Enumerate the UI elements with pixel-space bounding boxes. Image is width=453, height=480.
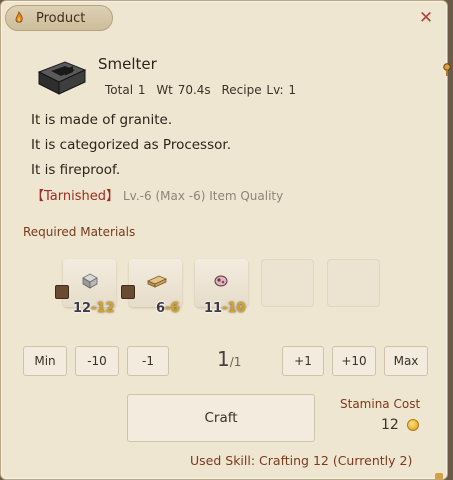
material-have: 6	[156, 301, 166, 316]
ore-chunk-icon	[213, 273, 231, 289]
close-button[interactable]: ✕	[417, 9, 435, 27]
product-window: Product ✕ Smelter Total 1 Wt 70.4s Recip…	[0, 0, 448, 480]
quantity-min-button[interactable]: Min	[23, 346, 67, 376]
material-slot-empty	[327, 259, 380, 307]
material-count: 11-10	[204, 301, 246, 316]
stone-block-icon	[81, 273, 99, 289]
title-tab: Product	[5, 5, 113, 31]
item-name: Smelter	[98, 55, 157, 73]
material-slot[interactable]	[55, 259, 116, 307]
material-need: -6	[165, 301, 180, 316]
item-recipe-level: Recipe Lv: 1	[221, 83, 297, 97]
quantity-max: /1	[229, 355, 242, 369]
key-icon	[441, 62, 453, 76]
quantity-minus1-button[interactable]: -1	[127, 346, 169, 376]
item-quality: 【Tarnished】 Lv.-6 (Max -6) Item Quality	[31, 185, 283, 204]
window-title: Product	[36, 10, 86, 26]
close-icon[interactable]: ✕	[419, 8, 433, 28]
material-slot[interactable]	[121, 259, 182, 307]
material-need: -10	[222, 301, 246, 316]
item-description-line: It is made of granite.	[31, 112, 173, 128]
used-skill-text: Used Skill: Crafting 12 (Currently 2)	[190, 453, 413, 468]
resize-handle[interactable]	[435, 473, 443, 479]
flame-icon	[12, 11, 26, 25]
quantity-minus10-button[interactable]: -10	[75, 346, 119, 376]
item-total: Total 1	[105, 83, 146, 97]
required-materials-label: Required Materials	[23, 225, 136, 239]
bag-icon	[121, 285, 135, 299]
item-meta: Total 1 Wt 70.4s Recipe Lv: 1	[105, 83, 302, 97]
material-count: 6-6	[156, 301, 180, 316]
item-weight: Wt 70.4s	[156, 83, 211, 97]
quantity-plus1-button[interactable]: +1	[282, 346, 324, 376]
bag-icon	[55, 285, 69, 299]
quantity-plus10-button[interactable]: +10	[332, 346, 376, 376]
material-have: 12	[73, 301, 92, 316]
quality-tag: 【Tarnished】	[31, 189, 119, 204]
material-count: 12-12	[73, 301, 115, 316]
smelter-item-icon	[35, 56, 87, 98]
material-need: -12	[91, 301, 115, 316]
stamina-coin-icon	[407, 419, 419, 431]
stamina-cost-value: 12	[381, 417, 399, 433]
item-description-line: It is fireproof.	[31, 162, 121, 178]
item-description-line: It is categorized as Processor.	[31, 137, 231, 153]
quantity-display: 1/1	[217, 347, 241, 371]
craft-button[interactable]: Craft	[127, 394, 315, 442]
quantity-max-button[interactable]: Max	[384, 346, 428, 376]
material-have: 11	[204, 301, 223, 316]
quality-info: Lv.-6 (Max -6) Item Quality	[123, 189, 284, 203]
title-bar[interactable]: Product ✕	[1, 1, 447, 37]
wood-plank-icon	[147, 273, 167, 289]
quantity-current: 1	[217, 347, 230, 371]
material-slot-empty	[261, 259, 314, 307]
material-slot[interactable]	[195, 259, 248, 307]
stamina-cost-label: Stamina Cost	[340, 397, 421, 411]
